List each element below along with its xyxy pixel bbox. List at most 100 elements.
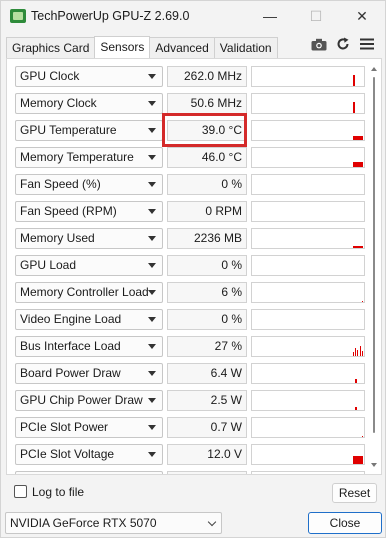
dropdown-caret-icon	[148, 182, 156, 187]
sensor-name-dropdown[interactable]: Fan Speed (RPM)	[15, 201, 163, 222]
sensor-name-label: Board Power Draw	[20, 366, 121, 380]
sensor-value: 46.0 °C	[167, 147, 247, 168]
sensor-name-dropdown[interactable]: PCIe Slot Voltage	[15, 444, 163, 465]
scroll-up-arrow[interactable]	[371, 67, 377, 71]
sensor-value: 5.7 W	[167, 471, 247, 474]
reset-button[interactable]: Reset	[332, 483, 377, 503]
sensor-graph-bar	[357, 350, 359, 356]
sensor-graph-bar	[355, 379, 358, 383]
camera-icon[interactable]	[310, 36, 328, 52]
sensor-name-label: Memory Controller Load	[20, 285, 149, 299]
sensor-name-dropdown[interactable]: Fan Speed (%)	[15, 174, 163, 195]
sensor-graph-bar	[359, 345, 361, 356]
tab-advanced[interactable]: Advanced	[149, 37, 215, 58]
maximize-button[interactable]: ☐	[293, 1, 339, 31]
sensor-graph-bar	[352, 162, 363, 167]
tab-graphics-card[interactable]: Graphics Card	[6, 37, 96, 58]
dropdown-caret-icon	[148, 236, 156, 241]
tab-validation[interactable]: Validation	[213, 37, 278, 58]
sensor-name-dropdown[interactable]: GPU Clock	[15, 66, 163, 87]
gpu-select-value: NVIDIA GeForce RTX 5070	[10, 516, 157, 530]
sensor-graph-bar	[352, 456, 363, 464]
sensor-value: 6 %	[167, 282, 247, 303]
log-to-file-label[interactable]: Log to file	[32, 485, 84, 499]
sensor-list-scrollbar[interactable]	[368, 63, 380, 471]
sensor-graph	[251, 390, 365, 411]
sensor-row: Video Engine Load 0 %	[13, 307, 365, 334]
close-button[interactable]: Close	[308, 512, 382, 534]
sensor-name-dropdown[interactable]: Memory Clock	[15, 93, 163, 114]
sensor-value: 27 %	[167, 336, 247, 357]
sensor-graph	[251, 66, 365, 87]
sensor-graph	[251, 336, 365, 357]
sensor-name-dropdown[interactable]: PCIe Slot Power	[15, 417, 163, 438]
sensor-name-dropdown[interactable]: Board Power Draw	[15, 363, 163, 384]
sensor-value: 50.6 MHz	[167, 93, 247, 114]
sensor-name-label: Memory Used	[20, 231, 95, 245]
gpuz-window: TechPowerUp GPU-Z 2.69.0 — ☐ ✕ Graphics …	[0, 0, 386, 538]
sensor-name-label: GPU Chip Power Draw	[20, 393, 143, 407]
sensor-value: 0 %	[167, 309, 247, 330]
sensor-row: PCIe Slot Voltage 12.0 V	[13, 442, 365, 469]
sensor-graph-bar	[352, 74, 355, 86]
sensor-graph-bar	[352, 101, 355, 113]
sensor-row: Fan Speed (RPM) 0 RPM	[13, 199, 365, 226]
sensor-row: GPU Load 0 %	[13, 253, 365, 280]
gpu-select-dropdown[interactable]: NVIDIA GeForce RTX 5070	[5, 512, 222, 534]
tab-sensors[interactable]: Sensors	[94, 36, 151, 58]
sensor-row: GPU Clock 262.0 MHz	[13, 64, 365, 91]
log-to-file-checkbox[interactable]	[14, 485, 27, 498]
scroll-down-arrow[interactable]	[371, 463, 377, 467]
sensor-row: Bus Interface Load 27 %	[13, 334, 365, 361]
sensor-graph	[251, 309, 365, 330]
sensor-name-dropdown[interactable]: Memory Temperature	[15, 147, 163, 168]
sensor-row: Board Power Draw 6.4 W	[13, 361, 365, 388]
sensor-name-dropdown[interactable]: Bus Interface Load	[15, 336, 163, 357]
sensor-value: 262.0 MHz	[167, 66, 247, 87]
sensor-row: Memory Used 2236 MB	[13, 226, 365, 253]
dropdown-caret-icon	[148, 263, 156, 268]
sensor-value: 0 RPM	[167, 201, 247, 222]
sensor-name-label: PCIe Slot Power	[20, 420, 109, 434]
sensor-name-dropdown[interactable]: GPU Chip Power Draw	[15, 390, 163, 411]
sensor-graph	[251, 228, 365, 249]
dropdown-caret-icon	[148, 101, 156, 106]
sensor-row: Fan Speed (%) 0 %	[13, 172, 365, 199]
sensor-row: 12-Pin Power 5.7 W	[13, 469, 365, 474]
sensor-name-dropdown[interactable]: Memory Controller Load	[15, 282, 163, 303]
sensor-graph-bar	[352, 246, 363, 248]
sensor-name-label: Video Engine Load	[20, 312, 122, 326]
toolbar-icons	[310, 36, 376, 52]
dropdown-caret-icon	[148, 317, 156, 322]
scroll-thumb[interactable]	[373, 77, 375, 433]
sensor-name-dropdown[interactable]: Memory Used	[15, 228, 163, 249]
minimize-button[interactable]: —	[247, 1, 293, 31]
sensor-graph-bar	[361, 300, 363, 302]
sensor-name-dropdown[interactable]: GPU Temperature	[15, 120, 163, 141]
sensor-graph-bar	[361, 436, 363, 437]
refresh-icon[interactable]	[334, 36, 352, 52]
sensor-name-dropdown[interactable]: Video Engine Load	[15, 309, 163, 330]
sensor-graph-bar	[361, 351, 363, 356]
dropdown-caret-icon	[148, 371, 156, 376]
sensor-name-dropdown[interactable]: 12-Pin Power	[15, 471, 163, 474]
menu-icon[interactable]	[358, 36, 376, 52]
dropdown-caret-icon	[148, 128, 156, 133]
sensor-value: 2236 MB	[167, 228, 247, 249]
sensor-value: 12.0 V	[167, 444, 247, 465]
dropdown-caret-icon	[148, 209, 156, 214]
sensor-graph-bar	[352, 352, 354, 356]
sensor-row: GPU Chip Power Draw 2.5 W	[13, 388, 365, 415]
sensor-graph	[251, 147, 365, 168]
close-window-button[interactable]: ✕	[339, 1, 385, 31]
gpuz-app-icon	[10, 9, 26, 23]
title-bar[interactable]: TechPowerUp GPU-Z 2.69.0 — ☐ ✕	[1, 1, 385, 33]
sensor-graph	[251, 93, 365, 114]
sensor-name-label: Fan Speed (RPM)	[20, 204, 117, 218]
sensor-graph-bar	[355, 348, 357, 356]
dropdown-caret-icon	[148, 290, 156, 295]
sensor-row: Memory Temperature 46.0 °C	[13, 145, 365, 172]
sensor-value: 0 %	[167, 255, 247, 276]
sensor-name-dropdown[interactable]: GPU Load	[15, 255, 163, 276]
sensor-value: 2.5 W	[167, 390, 247, 411]
